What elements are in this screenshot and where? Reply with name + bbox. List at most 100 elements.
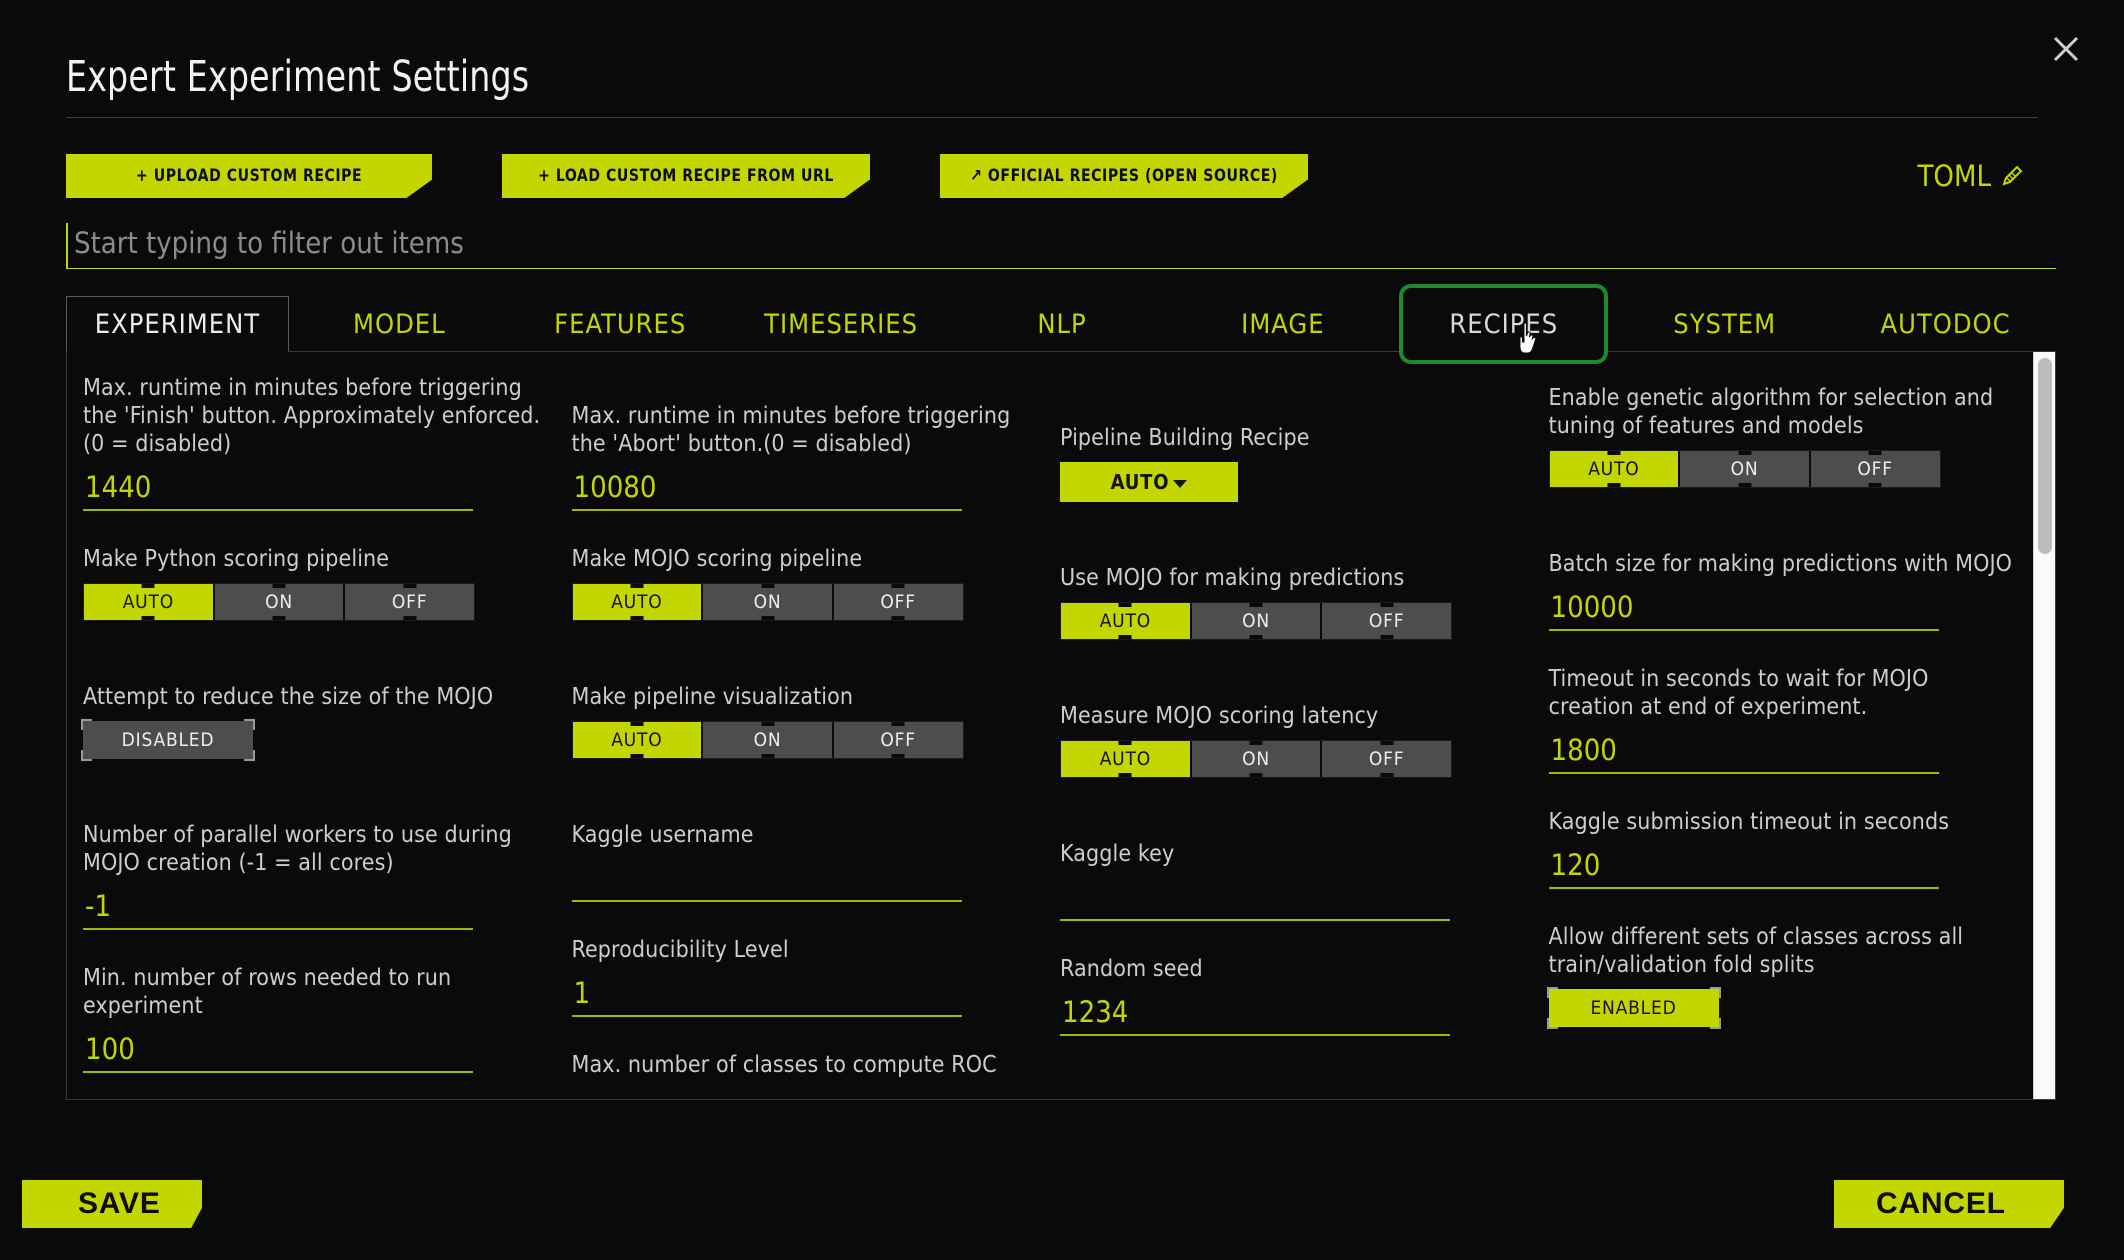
segment-option-auto[interactable]: AUTO: [84, 584, 215, 621]
setting-field: Kaggle username: [571, 821, 1039, 903]
segment-option-on[interactable]: ON: [1191, 741, 1323, 778]
setting-segmented-toggle: AUTO ON OFF: [571, 583, 964, 622]
tab-label: SYSTEM: [1673, 308, 1777, 340]
field-label: Make pipeline visualization: [571, 684, 854, 711]
setting-field: Kaggle submission timeout in seconds: [1548, 808, 2016, 890]
tab-features[interactable]: FEATURES: [510, 296, 731, 352]
tab-model[interactable]: MODEL: [289, 296, 510, 352]
tab-system[interactable]: SYSTEM: [1614, 296, 1835, 352]
segment-option-off[interactable]: OFF: [1322, 741, 1452, 778]
setting-text-input[interactable]: [1548, 586, 1939, 632]
setting-field: Make Python scoring pipeline AUTO ON OFF: [83, 545, 550, 622]
load-custom-recipe-from-url-button[interactable]: + LOAD CUSTOM RECIPE FROM URL: [502, 154, 870, 198]
official-recipes-button[interactable]: ↗ OFFICIAL RECIPES (OPEN SOURCE): [940, 154, 1308, 198]
setting-text-input[interactable]: [83, 1028, 473, 1074]
field-label: Kaggle username: [571, 822, 754, 849]
field-label: Max. runtime in minutes before triggerin…: [83, 375, 541, 458]
settings-column: Max. runtime in minutes before triggerin…: [81, 374, 550, 1099]
field-label: Attempt to reduce the size of the MOJO: [83, 684, 494, 711]
setting-text-input[interactable]: [571, 466, 962, 512]
setting-segmented-toggle: AUTO ON OFF: [1060, 602, 1452, 641]
segment-option-auto[interactable]: AUTO: [1061, 741, 1192, 778]
segment-option-on[interactable]: ON: [703, 584, 834, 621]
tab-label: FEATURES: [554, 308, 687, 340]
segment-option-auto[interactable]: AUTO: [572, 722, 704, 759]
toggle-label: ENABLED: [1590, 997, 1677, 1020]
setting-field: Max. runtime in minutes before triggerin…: [571, 402, 1039, 512]
setting-field: Batch size for making predictions with M…: [1548, 550, 2016, 632]
setting-field: Make pipeline visualization AUTO ON OFF: [571, 683, 1039, 760]
field-label: Allow different sets of classes across a…: [1548, 924, 1964, 979]
search-input[interactable]: [66, 223, 2056, 269]
setting-text-input[interactable]: [1548, 844, 1939, 890]
save-button[interactable]: SAVE: [22, 1180, 202, 1228]
tab-autodoc[interactable]: AUTODOC: [1835, 296, 2056, 352]
tab-label: IMAGE: [1241, 308, 1325, 340]
upload-custom-recipe-button[interactable]: + UPLOAD CUSTOM RECIPE: [66, 154, 433, 198]
field-label: Make MOJO scoring pipeline: [571, 546, 863, 573]
corner-bracket-tr: [1709, 987, 1721, 999]
setting-text-input[interactable]: [571, 857, 962, 903]
setting-segmented-toggle: AUTO ON OFF: [83, 583, 475, 622]
setting-toggle-button[interactable]: DISABLED: [81, 719, 255, 762]
toml-editor-button[interactable]: TOML: [1917, 159, 2026, 193]
segment-option-off[interactable]: OFF: [833, 584, 963, 621]
field-label: Max. runtime in minutes before triggerin…: [571, 403, 1011, 458]
corner-bracket-bl: [81, 750, 92, 762]
settings-column: Max. runtime in minutes before triggerin…: [571, 374, 1039, 1099]
tab-label: RECIPES: [1449, 308, 1559, 340]
segment-option-auto[interactable]: AUTO: [1061, 603, 1192, 640]
tab-label: NLP: [1037, 308, 1087, 340]
field-label: Random seed: [1060, 956, 1203, 983]
corner-bracket-br: [1709, 1018, 1721, 1030]
setting-text-input[interactable]: [1548, 729, 1939, 775]
scrollbar-thumb[interactable]: [2038, 358, 2052, 554]
setting-text-input[interactable]: [83, 466, 473, 512]
field-label: Make Python scoring pipeline: [83, 546, 390, 573]
setting-field: Pipeline Building Recipe AUTO: [1060, 424, 1527, 503]
cancel-button[interactable]: CANCEL: [1834, 1180, 2064, 1228]
tab-timeseries[interactable]: TIMESERIES: [731, 296, 952, 352]
pencil-icon: [2000, 163, 2026, 189]
field-label: Enable genetic algorithm for selection a…: [1548, 385, 1994, 440]
setting-field: Random seed: [1060, 955, 1527, 1037]
setting-toggle-button[interactable]: ENABLED: [1546, 987, 1721, 1030]
corner-bracket-br: [244, 750, 255, 762]
segment-option-on[interactable]: ON: [703, 722, 834, 759]
corner-bracket-tl: [1546, 987, 1558, 999]
segment-option-off[interactable]: OFF: [345, 584, 475, 621]
setting-text-input[interactable]: [1060, 991, 1450, 1037]
setting-field: Number of parallel workers to use during…: [83, 821, 550, 931]
close-icon[interactable]: [2043, 26, 2089, 72]
setting-field: Enable genetic algorithm for selection a…: [1548, 384, 2016, 489]
vertical-scrollbar[interactable]: [2033, 352, 2055, 1099]
pipeline-recipe-dropdown[interactable]: AUTO: [1060, 462, 1238, 503]
segment-option-on[interactable]: ON: [214, 584, 346, 621]
segment-option-on[interactable]: ON: [1191, 603, 1323, 640]
tab-experiment[interactable]: EXPERIMENT: [66, 296, 289, 352]
dialog-footer: SAVE CANCEL: [0, 1148, 2124, 1260]
setting-field: Min. number of rows needed to run experi…: [83, 964, 550, 1074]
field-label: Batch size for making predictions with M…: [1548, 551, 2013, 578]
setting-field: Attempt to reduce the size of the MOJO DI…: [81, 683, 550, 762]
segment-option-auto[interactable]: AUTO: [572, 584, 704, 621]
segment-option-off[interactable]: OFF: [1810, 451, 1940, 488]
setting-field: Reproducibility Level: [571, 936, 1039, 1018]
setting-field: Make MOJO scoring pipeline AUTO ON OFF: [571, 545, 1039, 622]
dialog-header: Expert Experiment Settings: [0, 0, 2124, 102]
setting-text-input[interactable]: [1060, 876, 1450, 922]
tab-nlp[interactable]: NLP: [952, 296, 1173, 352]
field-label: Timeout in seconds to wait for MOJO crea…: [1548, 666, 1929, 721]
segment-option-auto[interactable]: AUTO: [1549, 451, 1681, 488]
corner-bracket-tr: [244, 719, 255, 731]
tab-image[interactable]: IMAGE: [1172, 296, 1393, 352]
segment-option-on[interactable]: ON: [1680, 451, 1811, 488]
header-divider: [66, 117, 2038, 118]
segment-option-off[interactable]: OFF: [833, 722, 963, 759]
segment-option-off[interactable]: OFF: [1322, 603, 1452, 640]
settings-grid: Max. runtime in minutes before triggerin…: [67, 352, 2033, 1099]
setting-text-input[interactable]: [83, 885, 473, 931]
tab-label: EXPERIMENT: [94, 308, 261, 340]
tab-recipes[interactable]: RECIPES: [1393, 284, 1614, 364]
setting-text-input[interactable]: [571, 972, 962, 1018]
